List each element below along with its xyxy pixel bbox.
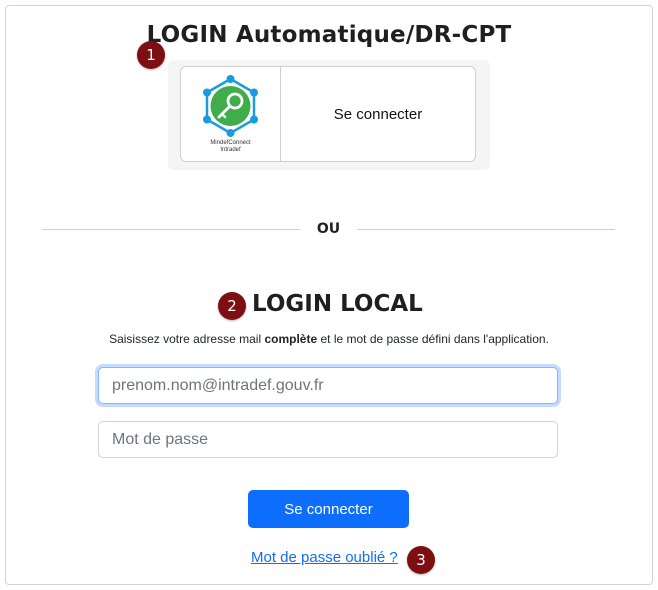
instructions-text-end: et le mot de passe défini dans l'applica…: [317, 332, 549, 346]
mindefconnect-login-button[interactable]: MindefConnect Intradef Se connecter: [180, 66, 476, 162]
step-badge-1: 1: [137, 41, 165, 69]
mindefconnect-key-network-icon: [203, 75, 258, 137]
login-instructions: Saisissez votre adresse mail complète et…: [0, 332, 658, 346]
logo-text-intradef: Intradef: [220, 147, 241, 153]
auto-login-title: LOGIN Automatique/DR-CPT: [146, 22, 512, 48]
divider-label: OU: [316, 221, 341, 237]
sso-button-label: Se connecter: [333, 105, 423, 123]
instructions-text-start: Saisissez votre adresse mail: [109, 332, 265, 346]
step-badge-2: 2: [218, 292, 246, 320]
forgot-password-link[interactable]: Mot de passe oublié ?: [251, 549, 398, 566]
instructions-text-bold: complète: [264, 332, 318, 346]
login-submit-button[interactable]: Se connecter: [248, 490, 409, 528]
divider-line-right: [357, 229, 615, 230]
email-input[interactable]: [98, 367, 558, 404]
password-input[interactable]: [98, 421, 558, 458]
divider-line-left: [42, 229, 300, 230]
step-badge-3: 3: [407, 546, 435, 574]
mindefconnect-logo: MindefConnect Intradef: [181, 67, 281, 161]
logo-text-mindefconnect: MindefConnect: [210, 140, 251, 146]
local-login-title: LOGIN LOCAL: [252, 291, 423, 317]
